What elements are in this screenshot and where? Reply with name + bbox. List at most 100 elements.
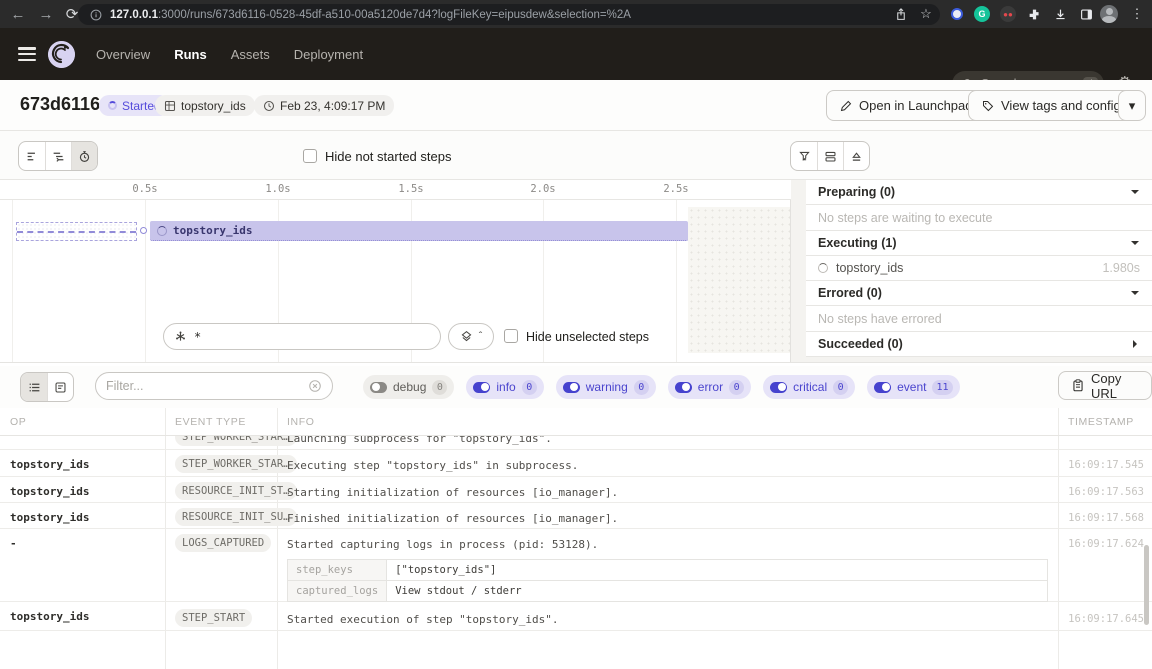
hamburger-menu-icon[interactable] bbox=[18, 47, 36, 61]
captured-logs-link[interactable]: View stdout / stderr bbox=[387, 581, 1048, 602]
log-scrollbar-thumb[interactable] bbox=[1144, 545, 1149, 625]
gantt-view-timed-button[interactable] bbox=[71, 142, 97, 170]
layers-icon bbox=[460, 330, 473, 343]
job-tag[interactable]: topstory_ids bbox=[155, 95, 255, 116]
extension-2-icon[interactable]: G bbox=[973, 5, 991, 23]
level-toggle-info[interactable]: info 0 bbox=[466, 375, 543, 399]
log-info: Started execution of step "topstory_ids"… bbox=[287, 613, 559, 626]
log-row-logs-captured[interactable]: - LOGS_CAPTURED Started capturing logs i… bbox=[0, 529, 1152, 602]
log-row[interactable]: topstory_ids STEP_WORKER_STARTED Executi… bbox=[0, 450, 1152, 477]
log-op: topstory_ids bbox=[10, 610, 89, 623]
extension-3-icon[interactable]: ●● bbox=[999, 5, 1017, 23]
event-type-badge: RESOURCE_INIT_STARTED bbox=[175, 482, 297, 500]
gantt-options-button[interactable]: ˆ bbox=[448, 323, 494, 350]
hide-not-started-checkbox[interactable] bbox=[303, 149, 317, 163]
toggle-icon bbox=[563, 382, 580, 393]
log-view-structured-button[interactable] bbox=[47, 373, 73, 401]
level-toggle-critical[interactable]: critical 0 bbox=[763, 375, 855, 399]
executing-step-row[interactable]: topstory_ids 1.980s bbox=[806, 256, 1152, 281]
metadata-key: step_keys bbox=[288, 560, 387, 581]
metadata-key: captured_logs bbox=[288, 581, 387, 602]
log-op: topstory_ids bbox=[10, 485, 89, 498]
log-timestamp: 16:09:17.624 bbox=[1066, 538, 1144, 550]
browser-forward-button[interactable]: → bbox=[36, 4, 56, 24]
col-op: OP bbox=[10, 416, 26, 428]
url-path: :3000/runs/673d6116-0528-45df-a510-00a51… bbox=[158, 9, 631, 21]
preparing-section-header[interactable]: Preparing (0) bbox=[806, 180, 1152, 205]
clipboard-icon bbox=[1072, 379, 1084, 392]
executing-section-header[interactable]: Executing (1) bbox=[806, 231, 1152, 256]
filter-collapse-button[interactable] bbox=[791, 142, 817, 170]
run-header-more-button[interactable]: ▾ bbox=[1118, 90, 1146, 121]
log-view-unstructured-button[interactable] bbox=[21, 373, 47, 401]
chevron-down-icon bbox=[1130, 187, 1140, 197]
col-event-type: EVENT TYPE bbox=[175, 416, 246, 428]
side-panel-icon[interactable] bbox=[1077, 5, 1095, 23]
open-in-launchpad-button[interactable]: Open in Launchpad bbox=[826, 90, 986, 121]
toggle-icon bbox=[370, 382, 387, 393]
toggle-icon bbox=[473, 382, 490, 393]
log-filter-box bbox=[95, 372, 333, 400]
run-id: 673d6116 bbox=[20, 94, 100, 115]
nav-tab-deployment[interactable]: Deployment bbox=[294, 47, 363, 62]
split-panels-button[interactable] bbox=[817, 142, 843, 170]
nav-tab-overview[interactable]: Overview bbox=[96, 47, 150, 62]
log-timestamp: 16:09:17.563 bbox=[1066, 486, 1144, 498]
level-count-badge: 11 bbox=[932, 380, 952, 395]
profile-avatar[interactable] bbox=[1100, 5, 1118, 23]
run-header: 673d6116 Started topstory_ids Feb 23, 4:… bbox=[0, 80, 1152, 131]
log-row[interactable]: topstory_ids RESOURCE_INIT_STARTED Start… bbox=[0, 477, 1152, 503]
level-toggle-event[interactable]: event 11 bbox=[867, 375, 959, 399]
hide-unselected-checkbox[interactable] bbox=[504, 329, 518, 343]
collapse-up-button[interactable] bbox=[843, 142, 869, 170]
log-row-partial[interactable]: STEP_WORKER_STARTING Launching subproces… bbox=[0, 436, 1152, 450]
metadata-row: step_keys ["topstory_ids"] bbox=[288, 560, 1048, 581]
log-row[interactable]: topstory_ids RESOURCE_INIT_SUCCESS Finis… bbox=[0, 503, 1152, 529]
log-filter-input[interactable] bbox=[106, 379, 308, 393]
gantt-step-bar[interactable]: topstory_ids bbox=[150, 221, 688, 241]
log-op: topstory_ids bbox=[10, 511, 89, 524]
copy-url-button[interactable]: Copy URL bbox=[1058, 371, 1152, 400]
gantt-future-region bbox=[688, 207, 790, 353]
clear-filter-icon[interactable] bbox=[308, 379, 322, 393]
spinner-icon bbox=[108, 101, 117, 110]
browser-menu-icon[interactable]: ⋮ bbox=[1128, 5, 1146, 23]
executing-step-duration: 1.980s bbox=[1102, 261, 1140, 275]
step-filter-input[interactable] bbox=[194, 330, 430, 344]
dagster-logo[interactable] bbox=[48, 41, 75, 68]
nav-tab-runs[interactable]: Runs bbox=[174, 47, 207, 62]
pencil-icon bbox=[840, 100, 852, 112]
gantt-view-waterfall-button[interactable] bbox=[45, 142, 71, 170]
browser-url-bar[interactable]: 127.0.0.1:3000/runs/673d6116-0528-45df-a… bbox=[78, 4, 940, 25]
bookmark-star-icon[interactable]: ☆ bbox=[917, 5, 935, 23]
site-info-icon[interactable] bbox=[90, 9, 102, 21]
level-toggle-warning[interactable]: warning 0 bbox=[556, 375, 656, 399]
errored-section-header[interactable]: Errored (0) bbox=[806, 281, 1152, 306]
log-row[interactable]: topstory_ids STEP_START Started executio… bbox=[0, 602, 1152, 631]
extension-1-icon[interactable] bbox=[948, 5, 966, 23]
succeeded-section-header[interactable]: Succeeded (0) bbox=[806, 332, 1152, 357]
hide-unselected-label: Hide unselected steps bbox=[526, 330, 649, 344]
level-count-badge: 0 bbox=[522, 380, 537, 395]
nav-tab-assets[interactable]: Assets bbox=[231, 47, 270, 62]
url-host: 127.0.0.1 bbox=[110, 9, 158, 21]
metadata-row: captured_logs View stdout / stderr bbox=[288, 581, 1048, 602]
preparing-empty-text: No steps are waiting to execute bbox=[806, 205, 1152, 231]
level-count-badge: 0 bbox=[833, 380, 848, 395]
browser-back-button[interactable]: ← bbox=[8, 4, 28, 24]
log-metadata-table: step_keys ["topstory_ids"] captured_logs… bbox=[287, 559, 1048, 602]
tag-icon bbox=[982, 100, 994, 112]
level-toggle-error[interactable]: error 0 bbox=[668, 375, 751, 399]
gantt-view-flat-button[interactable] bbox=[19, 142, 45, 170]
run-main-area: 0.5s 1.0s 1.5s 2.0s 2.5s topstory_ids ˆ … bbox=[0, 180, 1152, 363]
executing-step-name: topstory_ids bbox=[836, 261, 1094, 275]
share-icon[interactable] bbox=[892, 5, 910, 23]
extensions-puzzle-icon[interactable] bbox=[1025, 5, 1043, 23]
time-tick: 1.5s bbox=[389, 183, 433, 195]
step-filter-box bbox=[163, 323, 441, 350]
downloads-icon[interactable] bbox=[1051, 5, 1069, 23]
view-tags-config-button[interactable]: View tags and config bbox=[968, 90, 1135, 121]
level-count-badge: 0 bbox=[729, 380, 744, 395]
event-type-badge: RESOURCE_INIT_SUCCESS bbox=[175, 508, 297, 526]
level-toggle-debug[interactable]: debug 0 bbox=[363, 375, 454, 399]
